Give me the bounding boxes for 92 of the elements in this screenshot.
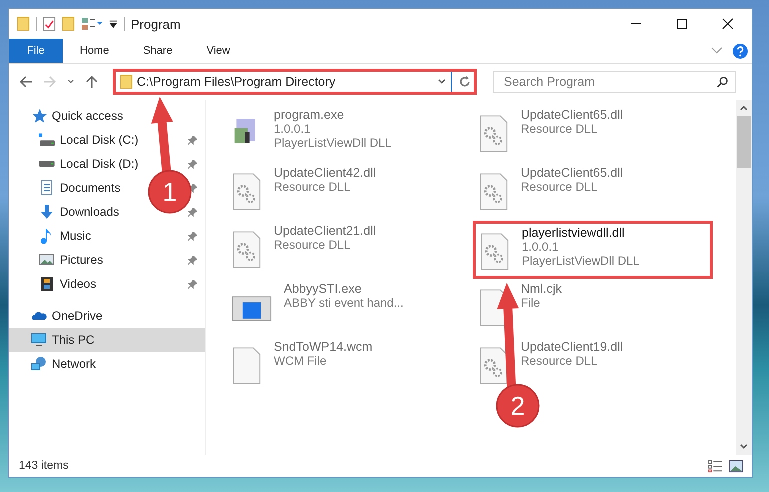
file-name: AbbyySTI.exe <box>284 282 363 296</box>
document-icon <box>39 180 55 196</box>
film-icon <box>39 276 55 292</box>
ribbon-tab[interactable]: Share <box>126 39 190 63</box>
search-icon <box>717 76 729 88</box>
gear-document-icon <box>232 172 262 212</box>
drive-icon <box>39 161 55 167</box>
file-name: UpdateClient42.dll <box>274 166 376 180</box>
gear-document-icon <box>480 232 510 272</box>
file-item[interactable]: playerlistviewdll.dll 1.0.0.1 PlayerListViewDll DLL <box>473 221 713 279</box>
sidebar-item[interactable]: Videos <box>9 272 100 296</box>
sidebar-item[interactable]: Local Disk (D:) <box>9 152 143 176</box>
sidebar-item[interactable]: This PC <box>9 328 205 352</box>
scrollbar-thumb[interactable] <box>737 116 751 168</box>
drive-icon <box>39 132 55 148</box>
file-name: Nml.cjk <box>521 282 562 296</box>
file-item[interactable]: UpdateClient21.dll Resource DLL <box>226 221 466 269</box>
file-detail: 1.0.0.1 <box>522 240 560 254</box>
file-detail: Resource DLL <box>274 238 352 252</box>
folder-icon <box>120 74 133 90</box>
file-detail: PlayerListViewDll DLL <box>522 254 640 268</box>
file-detail: Resource DLL <box>521 180 599 194</box>
sidebar-item[interactable]: Documents <box>9 176 125 200</box>
search-field[interactable]: Search Program <box>493 71 736 93</box>
ribbon-tab[interactable]: Home <box>63 39 126 63</box>
file-name: UpdateClient21.dll <box>274 224 376 238</box>
gear-document-icon <box>479 172 509 212</box>
pin-icon[interactable] <box>188 280 197 288</box>
file-detail: Resource DLL <box>274 180 352 194</box>
file-item[interactable]: AbbyySTI.exe ABBY sti event hand... <box>226 279 466 327</box>
sidebar-item[interactable]: OneDrive <box>9 304 205 328</box>
ribbon-tab[interactable]: View <box>190 39 248 63</box>
large-icons-view-icon[interactable] <box>729 460 744 472</box>
file-detail: File <box>521 296 542 310</box>
network-icon <box>31 356 47 372</box>
chevron-down-icon[interactable] <box>437 78 447 86</box>
file-item[interactable]: program.exe 1.0.0.1 PlayerListViewDll DLL <box>226 105 466 153</box>
file-item[interactable]: UpdateClient65.dll Resource DLL <box>473 105 713 153</box>
view-list-icon[interactable] <box>81 16 103 32</box>
sidebar-item[interactable]: Downloads <box>9 200 124 224</box>
chevron-down-icon[interactable] <box>739 442 749 452</box>
file-name: UpdateClient65.dll <box>521 108 624 122</box>
picture-icon <box>39 252 55 268</box>
sidebar-item[interactable]: Network <box>9 352 205 376</box>
file-item[interactable]: UpdateClient19.dll Resource DLL <box>473 337 713 385</box>
file-detail: Resource DLL <box>521 354 599 368</box>
pin-icon[interactable] <box>188 184 197 192</box>
properties-check-icon[interactable] <box>43 16 56 32</box>
close-icon[interactable] <box>722 18 734 30</box>
gear-document-icon <box>479 346 509 386</box>
window-title: Program <box>131 16 181 32</box>
pin-icon[interactable] <box>188 256 197 264</box>
file-item[interactable]: SndToWP14.wcm WCM File <box>226 337 466 385</box>
help-icon[interactable] <box>733 44 748 58</box>
sidebar-item[interactable]: Local Disk (C:) <box>9 128 143 152</box>
pin-icon[interactable] <box>188 208 197 216</box>
monitor-icon <box>31 332 47 348</box>
file-detail: PlayerListViewDll DLL <box>274 136 392 150</box>
folder-icon <box>17 16 30 32</box>
blank-document-icon <box>232 346 262 386</box>
ribbon-tab[interactable]: File <box>9 39 63 63</box>
file-item[interactable]: UpdateClient65.dll Resource DLL <box>473 163 713 211</box>
item-count: 143 items <box>19 460 69 472</box>
up-arrow-icon[interactable] <box>85 75 99 89</box>
sidebar-item[interactable]: Pictures <box>9 248 108 272</box>
file-item[interactable]: UpdateClient42.dll Resource DLL <box>226 163 466 211</box>
maximize-icon[interactable] <box>676 18 688 30</box>
chevron-up-icon[interactable] <box>739 103 749 113</box>
gear-document-icon <box>232 230 262 270</box>
pin-icon[interactable] <box>188 232 197 240</box>
file-detail: ABBY sti event hand... <box>284 296 404 310</box>
back-arrow-icon[interactable] <box>19 75 33 89</box>
file-name: UpdateClient19.dll <box>521 340 624 354</box>
details-view-icon[interactable] <box>708 460 723 472</box>
step-badge: 2 <box>496 384 540 428</box>
scrollbar[interactable] <box>736 100 752 455</box>
download-arrow-icon <box>39 204 55 220</box>
file-detail: 1.0.0.1 <box>274 122 312 136</box>
pin-icon[interactable] <box>188 136 197 144</box>
sidebar-item[interactable]: Quick access <box>9 104 205 128</box>
sidebar-item[interactable]: Music <box>9 224 96 248</box>
address-bar[interactable]: C:\Program Files\Program Directory <box>113 69 477 95</box>
file-name: program.exe <box>274 108 346 122</box>
step-badge: 1 <box>148 170 192 214</box>
file-name: SndToWP14.wcm <box>274 340 373 354</box>
file-detail: WCM File <box>274 354 328 368</box>
pin-icon[interactable] <box>188 160 197 168</box>
file-detail: Resource DLL <box>521 122 599 136</box>
file-name: playerlistviewdll.dll <box>522 226 626 240</box>
gear-document-icon <box>479 114 509 154</box>
file-name: UpdateClient65.dll <box>521 166 624 180</box>
star-icon <box>31 108 47 124</box>
